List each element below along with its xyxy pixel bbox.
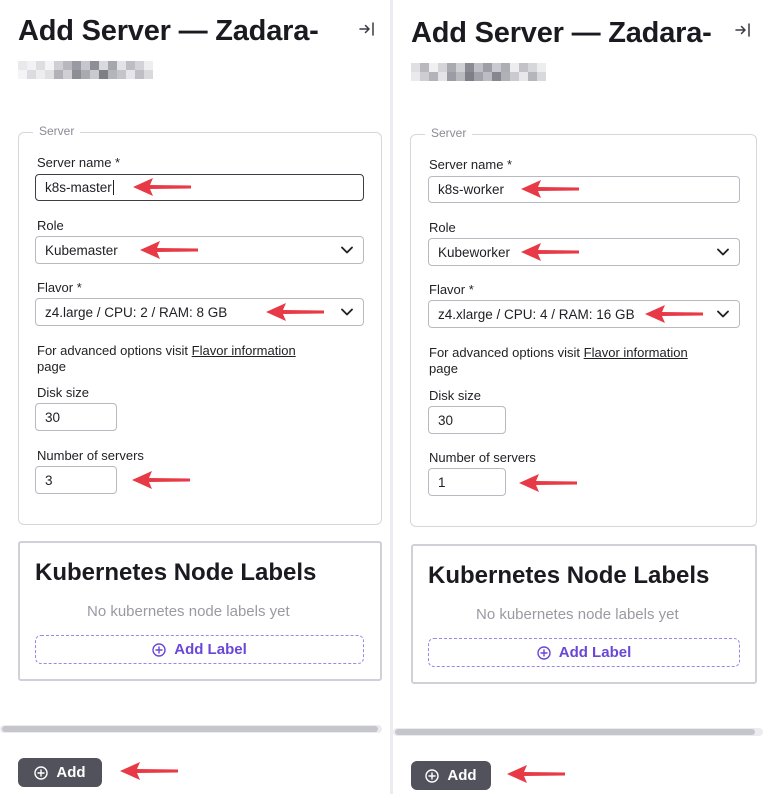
collapse-panel-icon[interactable] xyxy=(733,20,753,40)
horizontal-scrollbar[interactable] xyxy=(393,728,763,736)
disk-size-input[interactable]: 30 xyxy=(35,403,117,431)
server-name-label: Server name * xyxy=(37,155,121,170)
plus-circle-icon xyxy=(152,643,166,657)
role-label: Role xyxy=(429,220,456,235)
horizontal-scrollbar[interactable] xyxy=(0,725,382,733)
collapse-panel-icon[interactable] xyxy=(357,19,377,39)
red-arrow-icon xyxy=(133,176,191,198)
role-value: Kubemaster xyxy=(45,242,118,258)
disk-size-value: 30 xyxy=(45,409,61,425)
server-legend: Server xyxy=(33,124,81,138)
helper-prefix: For advanced options visit xyxy=(429,345,581,360)
server-name-label: Server name * xyxy=(429,157,513,172)
flavor-value: z4.large / CPU: 2 / RAM: 8 GB xyxy=(45,304,228,320)
add-label-text: Add Label xyxy=(174,641,247,658)
disk-size-label: Disk size xyxy=(37,385,90,400)
number-of-servers-value: 3 xyxy=(45,472,53,488)
add-button[interactable]: Add xyxy=(18,758,102,787)
red-arrow-icon xyxy=(521,178,579,200)
number-of-servers-input[interactable]: 3 xyxy=(35,466,117,494)
panel-title: Add Server — Zadara- xyxy=(411,17,712,49)
plus-circle-icon xyxy=(425,769,439,783)
server-legend: Server xyxy=(425,126,473,140)
node-labels-title: Kubernetes Node Labels xyxy=(428,562,710,589)
number-of-servers-value: 1 xyxy=(438,474,446,490)
red-arrow-icon xyxy=(521,241,579,263)
panel-title: Add Server — Zadara- xyxy=(18,15,319,47)
red-arrow-icon xyxy=(140,239,198,261)
scrollbar-thumb[interactable] xyxy=(395,729,755,735)
disk-size-label: Disk size xyxy=(429,388,482,403)
server-name-value: k8s-master xyxy=(45,180,112,195)
role-select[interactable]: Kubemaster xyxy=(35,236,364,264)
flavor-helper-text: For advanced options visit Flavor inform… xyxy=(37,343,296,375)
flavor-label: Flavor * xyxy=(37,280,82,295)
helper-suffix: page xyxy=(429,361,458,376)
chevron-down-icon xyxy=(341,246,353,254)
add-button[interactable]: Add xyxy=(411,761,491,790)
helper-prefix: For advanced options visit xyxy=(37,343,189,358)
flavor-information-link[interactable]: Flavor information xyxy=(584,345,688,360)
red-arrow-icon xyxy=(519,472,577,494)
red-arrow-icon xyxy=(645,303,703,325)
flavor-helper-text: For advanced options visit Flavor inform… xyxy=(429,345,688,377)
role-label: Role xyxy=(37,218,64,233)
number-of-servers-input[interactable]: 1 xyxy=(428,468,506,496)
chevron-down-icon xyxy=(341,308,353,316)
redacted-name xyxy=(411,63,555,81)
flavor-information-link[interactable]: Flavor information xyxy=(192,343,296,358)
add-server-panel-worker: Add Server — Zadara- Server Server name … xyxy=(393,0,770,794)
flavor-label: Flavor * xyxy=(429,282,474,297)
node-labels-title: Kubernetes Node Labels xyxy=(35,559,317,586)
text-caret xyxy=(112,180,114,195)
add-button-label: Add xyxy=(447,767,477,784)
red-arrow-icon xyxy=(266,301,324,323)
chevron-down-icon xyxy=(717,248,729,256)
plus-circle-icon xyxy=(537,646,551,660)
number-of-servers-label: Number of servers xyxy=(429,450,536,465)
red-arrow-icon xyxy=(132,469,190,491)
role-value: Kubeworker xyxy=(438,244,511,260)
add-label-button[interactable]: Add Label xyxy=(35,635,364,664)
add-label-text: Add Label xyxy=(558,644,632,661)
add-button-label: Add xyxy=(56,764,86,781)
chevron-down-icon xyxy=(717,310,729,318)
node-labels-empty-text: No kubernetes node labels yet xyxy=(87,603,290,620)
number-of-servers-label: Number of servers xyxy=(37,448,144,463)
add-label-button[interactable]: Add Label xyxy=(428,638,740,667)
role-select[interactable]: Kubeworker xyxy=(428,238,740,266)
node-labels-empty-text: No kubernetes node labels yet xyxy=(476,606,679,623)
scrollbar-thumb[interactable] xyxy=(2,726,378,732)
plus-circle-icon xyxy=(34,766,48,780)
red-arrow-icon xyxy=(120,760,178,782)
server-name-input[interactable]: k8s-master xyxy=(35,174,364,201)
disk-size-input[interactable]: 30 xyxy=(428,406,506,434)
server-name-input[interactable]: k8s-worker xyxy=(428,176,740,203)
add-server-panel-master: Add Server — Zadara- Server Server name … xyxy=(0,0,390,794)
redacted-name xyxy=(18,61,162,79)
server-name-value: k8s-worker xyxy=(438,182,505,197)
flavor-value: z4.xlarge / CPU: 4 / RAM: 16 GB xyxy=(438,306,635,322)
red-arrow-icon xyxy=(507,763,565,785)
disk-size-value: 30 xyxy=(438,412,454,428)
helper-suffix: page xyxy=(37,359,66,374)
